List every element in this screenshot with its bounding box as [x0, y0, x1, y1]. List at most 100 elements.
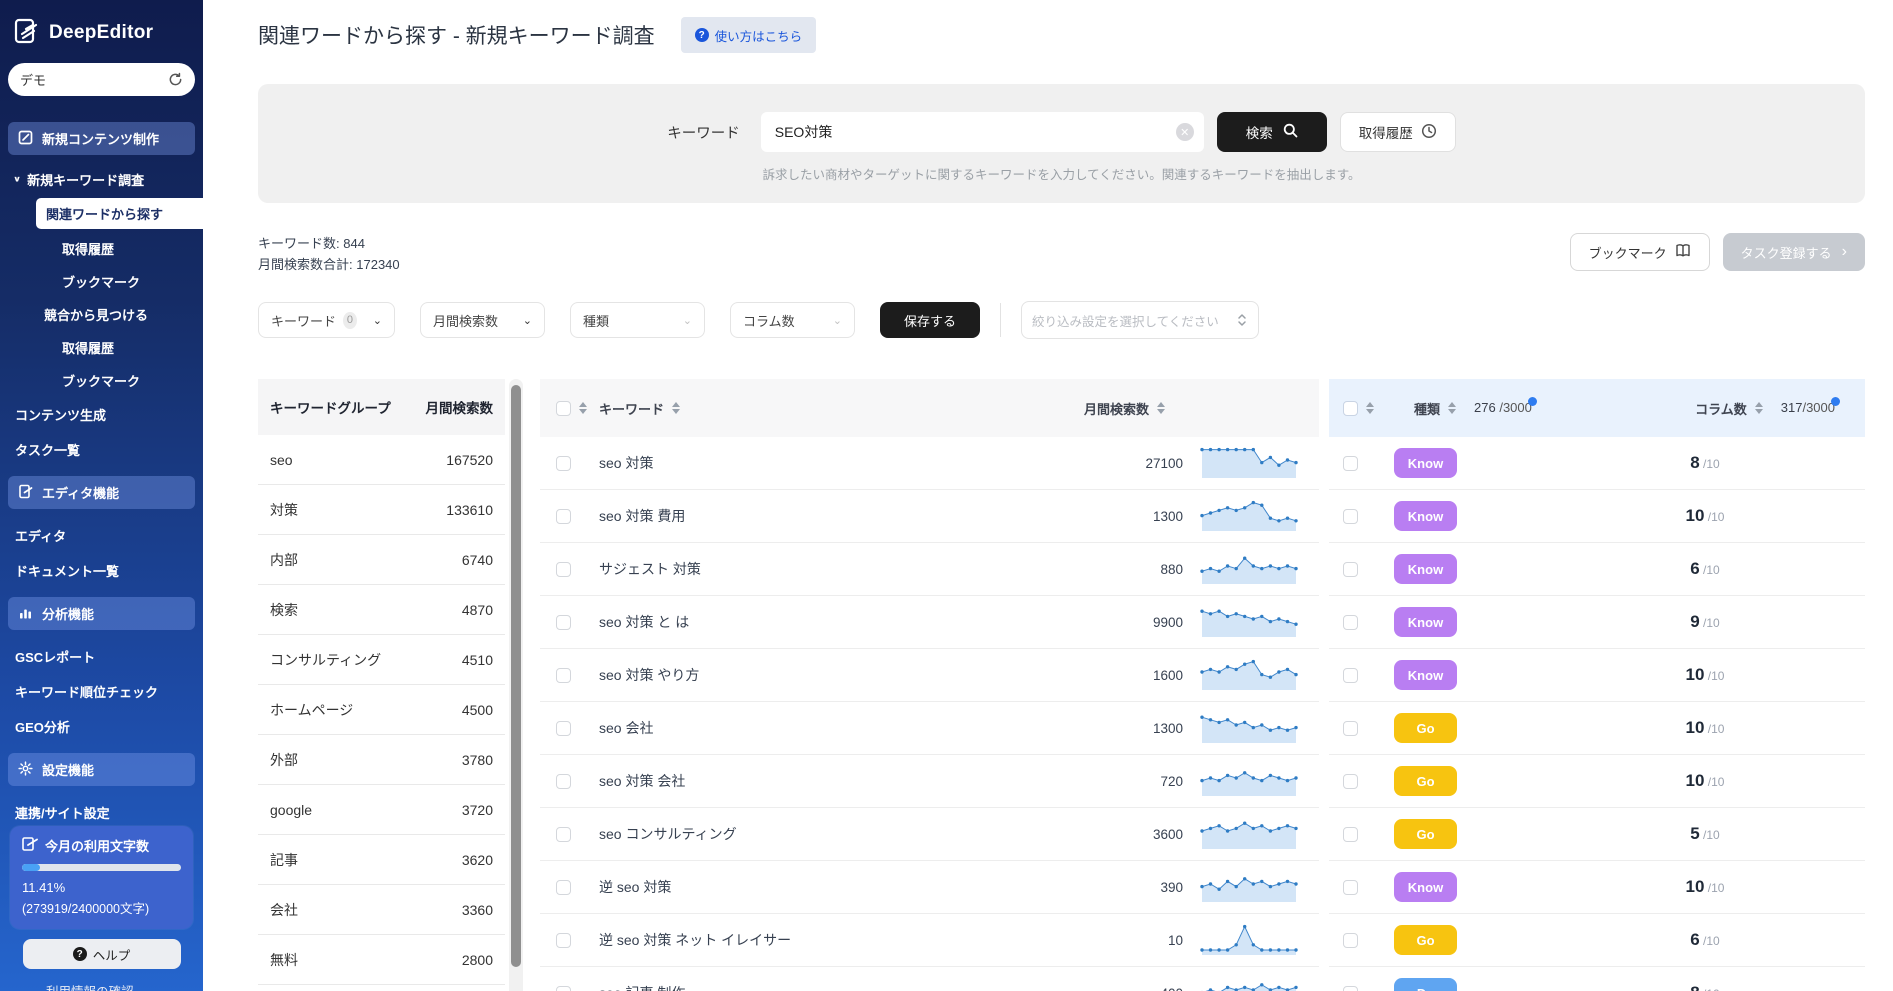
sidebar-item-設定機能[interactable]: 設定機能	[8, 753, 195, 786]
keyword-cell[interactable]: seo 対策 と は	[599, 612, 689, 632]
group-row[interactable]: 内部6740	[258, 535, 505, 585]
keyword-cell[interactable]: seo 対策 費用	[599, 506, 685, 526]
sidebar-item-タスク一覧[interactable]: タスク一覧	[0, 432, 203, 467]
workspace-selector[interactable]: デモ	[8, 63, 195, 96]
keyword-cell[interactable]: 逆 seo 対策	[599, 877, 671, 897]
keyword-cell[interactable]: seo 記事 制作	[599, 983, 685, 991]
row-checkbox[interactable]	[556, 880, 571, 895]
sort-keyword-icon[interactable]	[672, 402, 680, 414]
keyword-cell[interactable]: seo 対策	[599, 453, 653, 473]
scrollbar[interactable]	[509, 379, 523, 991]
usage-info-link[interactable]: 利用情報の確認	[46, 981, 193, 991]
sort-select-icon[interactable]	[579, 402, 587, 414]
group-row[interactable]: 記事3620	[258, 835, 505, 885]
row-right-checkbox[interactable]	[1343, 986, 1358, 991]
row-checkbox[interactable]	[556, 986, 571, 991]
sidebar-item-取得履歴[interactable]: 取得履歴	[0, 331, 203, 364]
row-checkbox[interactable]	[556, 509, 571, 524]
row-right-checkbox[interactable]	[1343, 774, 1358, 789]
clear-icon[interactable]: ✕	[1176, 123, 1194, 141]
filter-keyword[interactable]: キーワード 0 ⌄	[258, 302, 395, 338]
sidebar-item-取得履歴[interactable]: 取得履歴	[0, 232, 203, 265]
sidebar-item-連携/サイト設定[interactable]: 連携/サイト設定	[0, 795, 203, 830]
select-all-checkbox[interactable]	[556, 401, 571, 416]
row-right-checkbox[interactable]	[1343, 668, 1358, 683]
sort-volume-icon[interactable]	[1157, 402, 1165, 414]
group-volume-col-header[interactable]: 月間検索数	[426, 397, 494, 417]
keyword-cell[interactable]: サジェスト 対策	[599, 559, 701, 579]
row-right-checkbox[interactable]	[1343, 880, 1358, 895]
sidebar-item-ブックマーク[interactable]: ブックマーク	[0, 265, 203, 298]
filter-volume[interactable]: 月間検索数 ⌄	[420, 302, 545, 338]
sidebar-item-新規キーワード調査[interactable]: ∨新規キーワード調査	[0, 164, 203, 195]
row-checkbox[interactable]	[556, 562, 571, 577]
row-right-checkbox[interactable]	[1343, 615, 1358, 630]
type-badge: Go	[1394, 819, 1457, 849]
bookmark-label: ブックマーク	[1589, 243, 1667, 262]
sidebar-item-分析機能[interactable]: 分析機能	[8, 597, 195, 630]
row-checkbox[interactable]	[556, 933, 571, 948]
register-task-button[interactable]: タスク登録する ›	[1723, 233, 1865, 271]
sidebar-item-コンテンツ生成[interactable]: コンテンツ生成	[0, 397, 203, 432]
refresh-icon[interactable]	[168, 72, 183, 87]
sort-type-icon[interactable]	[1448, 402, 1456, 414]
row-checkbox[interactable]	[556, 668, 571, 683]
group-row[interactable]: 検索4870	[258, 585, 505, 635]
select-all-right-checkbox[interactable]	[1343, 401, 1358, 416]
filter-type[interactable]: 種類 ⌄	[570, 302, 705, 338]
row-right-checkbox[interactable]	[1343, 456, 1358, 471]
help-button[interactable]: ? ヘルプ	[23, 939, 181, 969]
history-button[interactable]: 取得履歴	[1340, 112, 1456, 152]
row-checkbox[interactable]	[556, 721, 571, 736]
group-row[interactable]: コンサルティング4510	[258, 635, 505, 685]
row-right-checkbox[interactable]	[1343, 562, 1358, 577]
sidebar-item-ブックマーク[interactable]: ブックマーク	[0, 364, 203, 397]
scrollbar-thumb[interactable]	[511, 385, 521, 967]
sort-column-icon[interactable]	[1755, 402, 1763, 414]
row-right-checkbox[interactable]	[1343, 933, 1358, 948]
group-col-header[interactable]: キーワードグループ	[270, 397, 391, 417]
volume-col-header[interactable]: 月間検索数	[1084, 399, 1149, 418]
filter-column[interactable]: コラム数 ⌄	[730, 302, 855, 338]
type-col-header[interactable]: 種類	[1414, 399, 1440, 418]
group-row[interactable]: 会社3360	[258, 885, 505, 935]
sidebar-item-GSCレポート[interactable]: GSCレポート	[0, 639, 203, 674]
search-button[interactable]: 検索	[1217, 112, 1327, 152]
row-checkbox[interactable]	[556, 615, 571, 630]
group-row[interactable]: 外部3780	[258, 735, 505, 785]
sidebar-item-新規コンテンツ制作[interactable]: 新規コンテンツ制作	[8, 122, 195, 155]
group-row[interactable]: google3720	[258, 785, 505, 835]
preset-select[interactable]: 絞り込み設定を選択してください	[1021, 301, 1259, 339]
column-count[interactable]: 317/3000	[1781, 399, 1835, 417]
column-col-header[interactable]: コラム数	[1695, 399, 1747, 418]
keyword-cell[interactable]: seo 対策 会社	[599, 771, 685, 791]
howto-badge[interactable]: ? 使い方はこちら	[681, 17, 817, 53]
row-checkbox[interactable]	[556, 827, 571, 842]
row-right-checkbox[interactable]	[1343, 827, 1358, 842]
group-row[interactable]: 無料2800	[258, 935, 505, 985]
sidebar-item-エディタ機能[interactable]: エディタ機能	[8, 476, 195, 509]
save-button[interactable]: 保存する	[880, 302, 980, 338]
keyword-input[interactable]	[761, 112, 1204, 152]
keyword-cell[interactable]: seo 会社	[599, 718, 653, 738]
row-checkbox[interactable]	[556, 774, 571, 789]
keyword-cell[interactable]: seo 対策 やり方	[599, 665, 699, 685]
row-checkbox[interactable]	[556, 456, 571, 471]
bookmark-button[interactable]: ブックマーク	[1570, 233, 1710, 271]
keyword-col-header[interactable]: キーワード	[599, 399, 664, 418]
group-row[interactable]: seo167520	[258, 435, 505, 485]
sidebar-item-関連ワードから探す[interactable]: 関連ワードから探す	[36, 198, 203, 229]
sort-selected-icon[interactable]	[1366, 402, 1374, 414]
sidebar-item-キーワード順位チェック[interactable]: キーワード順位チェック	[0, 674, 203, 709]
sidebar-item-競合から見つける[interactable]: 競合から見つける	[0, 298, 203, 331]
sidebar-item-エディタ[interactable]: エディタ	[0, 518, 203, 553]
group-row[interactable]: ホームページ4500	[258, 685, 505, 735]
group-row[interactable]: 対策133610	[258, 485, 505, 535]
sidebar-item-GEO分析[interactable]: GEO分析	[0, 709, 203, 744]
type-count[interactable]: 276 /3000	[1474, 399, 1532, 417]
keyword-cell[interactable]: 逆 seo 対策 ネット イレイサー	[599, 930, 791, 950]
row-right-checkbox[interactable]	[1343, 721, 1358, 736]
row-right-checkbox[interactable]	[1343, 509, 1358, 524]
keyword-cell[interactable]: seo コンサルティング	[599, 824, 737, 844]
sidebar-item-ドキュメント一覧[interactable]: ドキュメント一覧	[0, 553, 203, 588]
